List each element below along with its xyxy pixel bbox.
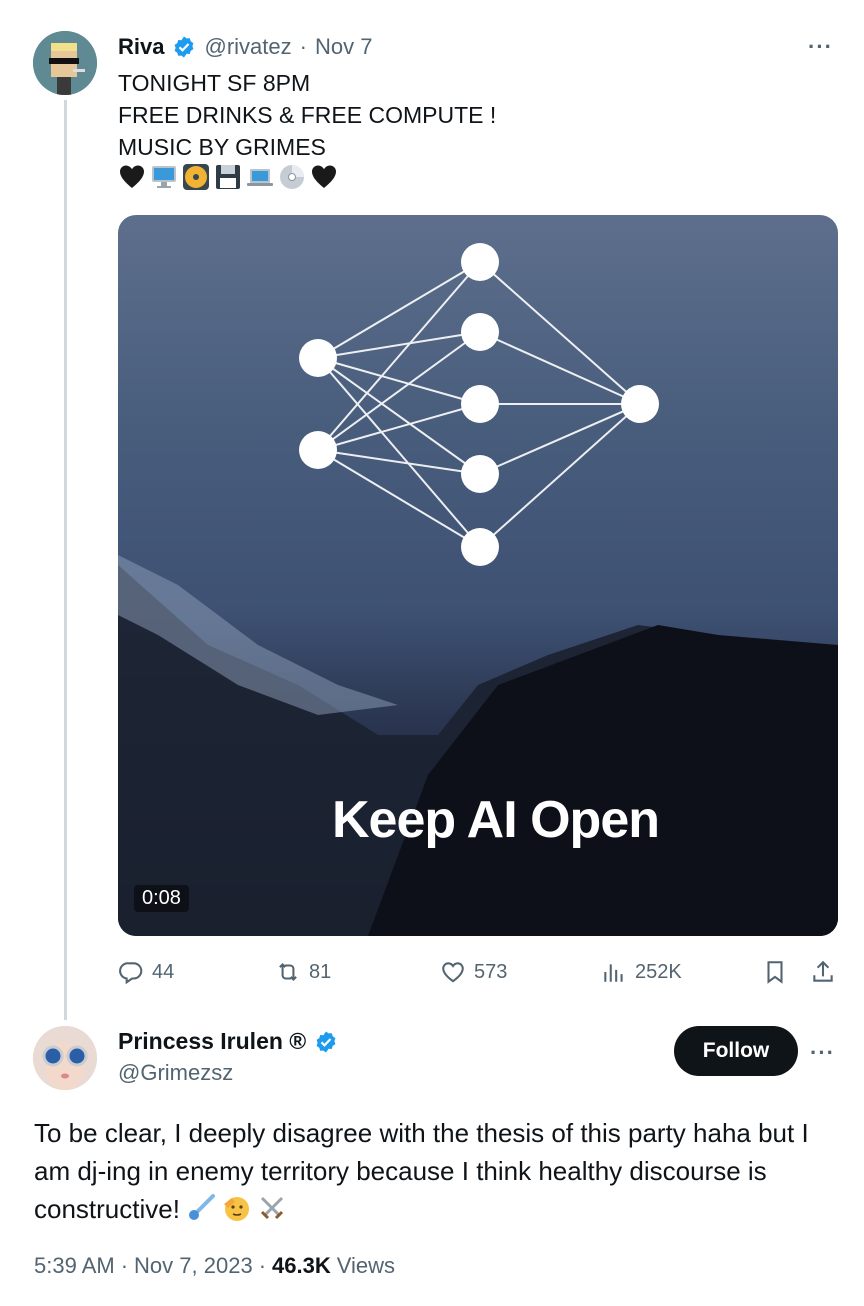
follow-button[interactable]: Follow xyxy=(674,1026,798,1076)
tweet-text-line: TONIGHT SF 8PM xyxy=(118,70,311,96)
reply-view-count: 46.3K xyxy=(272,1253,331,1278)
crossed-swords-icon xyxy=(258,1194,286,1222)
profile-photo-icon xyxy=(33,1026,97,1090)
header-separator: · xyxy=(299,34,307,59)
tweet-header: Riva @rivatez · Nov 7 xyxy=(118,32,372,62)
reply-author-avatar[interactable] xyxy=(33,1026,97,1090)
repost-icon xyxy=(279,962,297,982)
comet-icon xyxy=(187,1194,216,1222)
cd-icon xyxy=(278,163,306,191)
video-media[interactable]: Keep AI Open 0:08 xyxy=(118,215,838,936)
emoji-row xyxy=(118,163,338,191)
reply-text-body: To be clear, I deeply disagree with the … xyxy=(34,1118,809,1224)
analytics-icon xyxy=(604,964,623,982)
video-duration: 0:08 xyxy=(134,885,189,912)
reply-views-label: Views xyxy=(336,1253,396,1278)
thread-connector-line xyxy=(64,100,67,1020)
verified-badge-icon xyxy=(316,1031,336,1052)
like-count: 573 xyxy=(474,960,508,983)
repost-count: 81 xyxy=(309,960,332,983)
share-icon xyxy=(813,960,833,982)
laptop-icon xyxy=(246,163,274,191)
saluting-face-icon xyxy=(222,1194,250,1222)
meta-separator: · xyxy=(120,1253,129,1278)
dvd-icon xyxy=(182,163,210,191)
reply-time[interactable]: 5:39 AM xyxy=(34,1253,115,1279)
author-handle[interactable]: @rivatez xyxy=(204,34,291,60)
pixel-avatar-icon xyxy=(33,31,97,95)
reply-metadata: 5:39 AM · Nov 7, 2023 · 46.3K Views xyxy=(34,1253,395,1279)
reply-count: 44 xyxy=(152,960,175,983)
reply-icon xyxy=(119,962,143,985)
reply-text: To be clear, I deeply disagree with the … xyxy=(34,1114,834,1228)
black-heart-icon xyxy=(118,163,146,191)
tweet-text: TONIGHT SF 8PM FREE DRINKS & FREE COMPUT… xyxy=(118,67,496,163)
reply-date[interactable]: Nov 7, 2023 xyxy=(134,1253,253,1279)
repost-button[interactable]: 81 xyxy=(275,959,331,985)
like-button[interactable]: 573 xyxy=(440,959,507,985)
floppy-disk-icon xyxy=(214,163,242,191)
reply-author-name[interactable]: Princess Irulen ® xyxy=(118,1028,306,1055)
meta-separator: · xyxy=(258,1253,267,1278)
author-avatar[interactable] xyxy=(33,31,97,95)
reply-button[interactable]: 44 xyxy=(118,959,174,985)
views-button[interactable]: 252K xyxy=(601,959,682,985)
view-count: 252K xyxy=(635,960,682,983)
desktop-computer-icon xyxy=(150,163,178,191)
share-button[interactable] xyxy=(810,959,836,985)
black-heart-icon xyxy=(310,163,338,191)
more-options-icon[interactable]: ··· xyxy=(810,1040,835,1066)
more-options-icon[interactable]: ··· xyxy=(808,34,833,60)
bookmark-icon xyxy=(767,961,783,984)
video-overlay-text: Keep AI Open xyxy=(331,791,660,849)
verified-badge-icon xyxy=(175,36,194,58)
reply-author-handle[interactable]: @Grimezsz xyxy=(118,1060,233,1086)
heart-icon xyxy=(442,962,464,983)
reply-author-name-row: Princess Irulen ® xyxy=(118,1028,338,1055)
tweet-text-line: MUSIC BY GRIMES xyxy=(118,134,326,160)
tweet-date[interactable]: Nov 7 xyxy=(315,34,372,60)
tweet-text-line: FREE DRINKS & FREE COMPUTE ! xyxy=(118,102,497,128)
bookmark-button[interactable] xyxy=(762,959,788,985)
author-name[interactable]: Riva xyxy=(118,34,164,60)
